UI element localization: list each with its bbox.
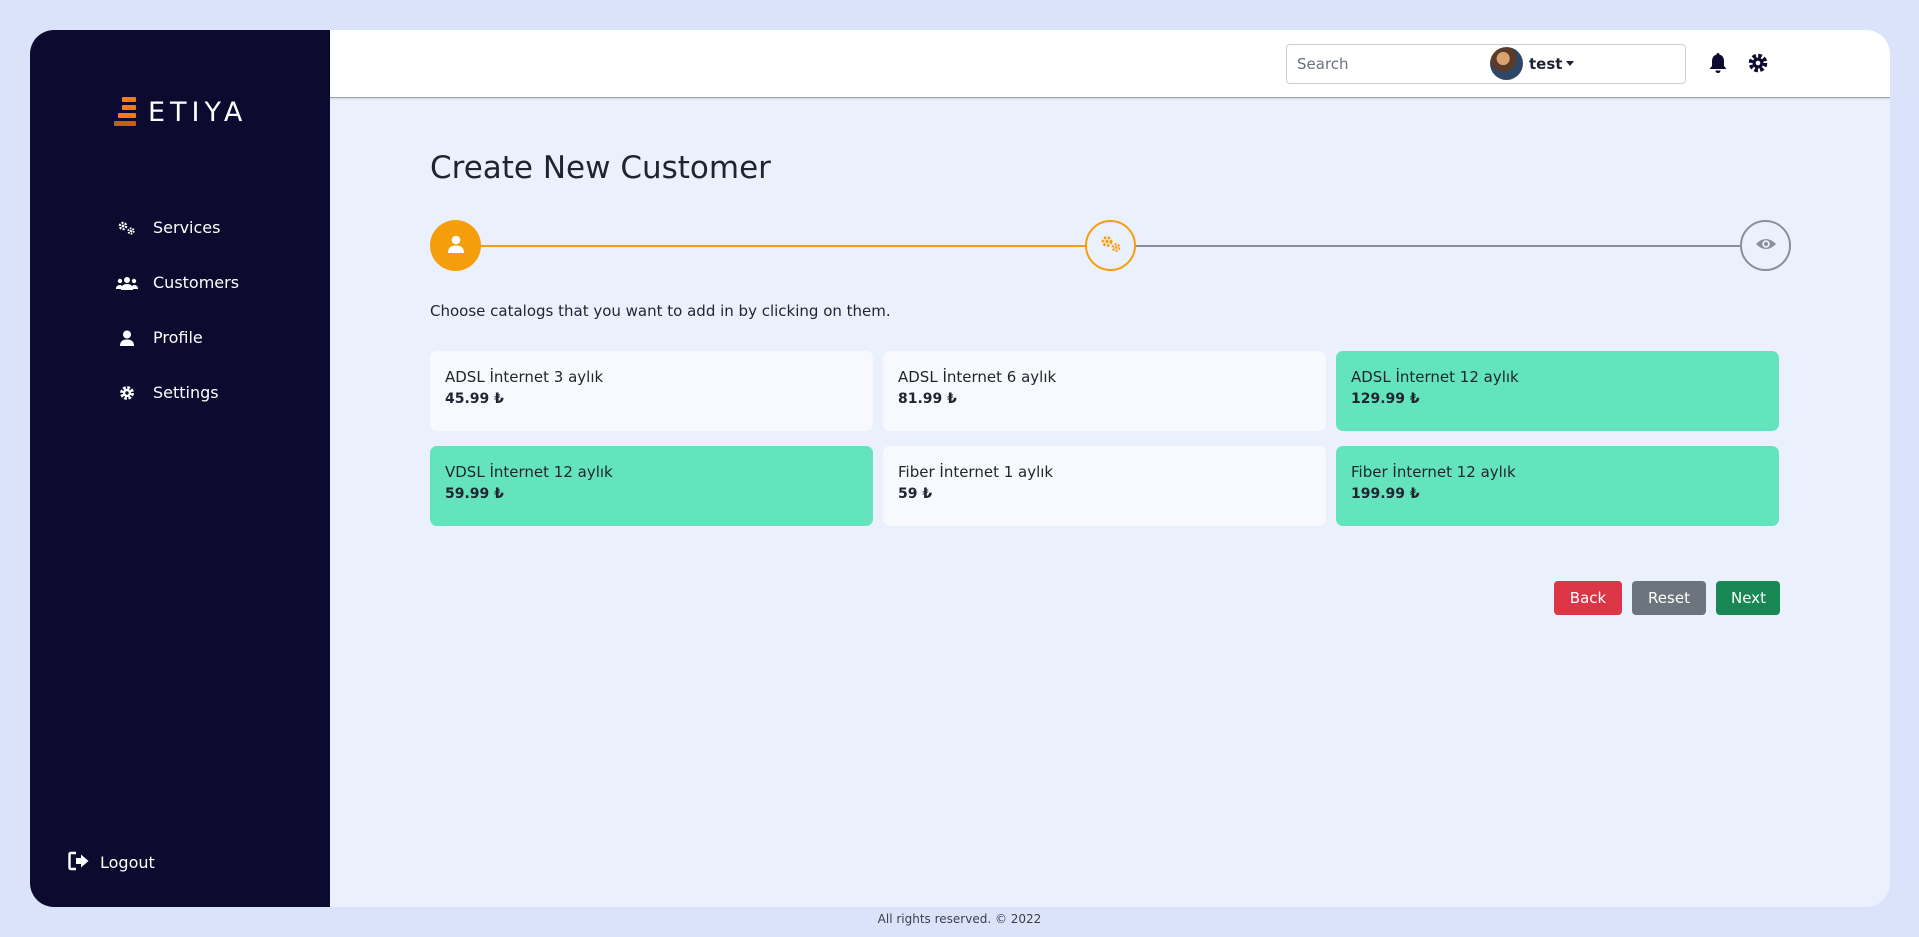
chevron-down-icon xyxy=(1566,61,1575,66)
catalog-name: ADSL İnternet 12 aylık xyxy=(1351,368,1519,386)
sidebar-item-label: Profile xyxy=(153,328,203,347)
catalog-name: Fiber İnternet 12 aylık xyxy=(1351,463,1516,481)
catalog-card[interactable]: Fiber İnternet 12 aylık 199.99 ₺ xyxy=(1336,446,1779,526)
stepper-line-completed xyxy=(481,245,1085,247)
logo-text: ETIYA xyxy=(148,96,248,128)
users-icon xyxy=(116,272,138,294)
logout-button[interactable]: Logout xyxy=(68,851,155,873)
gear-icon[interactable] xyxy=(1747,52,1769,74)
gear-icon xyxy=(116,382,138,404)
catalog-price: 59 ₺ xyxy=(898,486,933,502)
catalog-price: 129.99 ₺ xyxy=(1351,391,1420,407)
page-title: Create New Customer xyxy=(430,150,771,186)
step-review[interactable] xyxy=(1740,220,1791,271)
sidebar-nav: Services Customers Profile Settings xyxy=(116,200,239,420)
stepper xyxy=(430,220,1791,272)
cogs-icon xyxy=(1099,234,1123,258)
logo-mark xyxy=(114,95,140,129)
user-icon xyxy=(447,235,464,257)
logout-label: Logout xyxy=(100,852,155,872)
sidebar-item-label: Services xyxy=(153,218,221,237)
catalog-name: Fiber İnternet 1 aylık xyxy=(898,463,1054,481)
sidebar-item-label: Customers xyxy=(153,273,240,292)
form-actions: Back Reset Next xyxy=(1554,581,1780,615)
catalog-card[interactable]: ADSL İnternet 6 aylık 81.99 ₺ xyxy=(883,351,1326,431)
reset-button[interactable]: Reset xyxy=(1632,581,1706,615)
stepper-line-pending xyxy=(1136,245,1740,247)
step-personal-info[interactable] xyxy=(430,220,481,271)
back-button[interactable]: Back xyxy=(1554,581,1622,615)
user-menu[interactable]: test xyxy=(1490,47,1575,80)
sidebar-item-label: Settings xyxy=(153,383,219,402)
step-catalogs[interactable] xyxy=(1085,220,1136,271)
username: test xyxy=(1529,54,1563,73)
instruction-text: Choose catalogs that you want to add in … xyxy=(430,302,891,320)
page-content: Create New Customer Choose catalogs that… xyxy=(430,150,1791,615)
next-button[interactable]: Next xyxy=(1716,581,1780,615)
logo[interactable]: ETIYA xyxy=(114,95,247,129)
sidebar-item-customers[interactable]: Customers xyxy=(116,255,239,310)
catalog-name: ADSL İnternet 6 aylık xyxy=(898,368,1057,386)
footer-text: All rights reserved. © 2022 xyxy=(877,912,1042,926)
sidebar-item-settings[interactable]: Settings xyxy=(116,365,239,420)
sidebar-item-profile[interactable]: Profile xyxy=(116,310,239,365)
search-input[interactable] xyxy=(1286,44,1686,84)
catalog-price: 59.99 ₺ xyxy=(445,486,504,502)
catalog-price: 81.99 ₺ xyxy=(898,391,957,407)
catalog-card[interactable]: ADSL İnternet 12 aylık 129.99 ₺ xyxy=(1336,351,1779,431)
catalog-card[interactable]: Fiber İnternet 1 aylık 59 ₺ xyxy=(883,446,1326,526)
app-window: ETIYA Services Customers Profile Setting… xyxy=(30,30,1890,907)
avatar xyxy=(1490,47,1523,80)
catalog-price: 45.99 ₺ xyxy=(445,391,504,407)
catalog-grid: ADSL İnternet 3 aylık 45.99 ₺ ADSL İnter… xyxy=(430,351,1780,526)
sign-out-icon xyxy=(68,851,92,873)
topbar: test xyxy=(330,30,1890,98)
main-area: test Create New Customer xyxy=(330,30,1890,907)
catalog-name: ADSL İnternet 3 aylık xyxy=(445,368,604,386)
cogs-icon xyxy=(116,217,138,239)
bell-icon[interactable] xyxy=(1708,52,1730,74)
catalog-card[interactable]: ADSL İnternet 3 aylık 45.99 ₺ xyxy=(430,351,873,431)
user-icon xyxy=(116,327,138,349)
sidebar: ETIYA Services Customers Profile Setting… xyxy=(30,30,330,907)
sidebar-item-services[interactable]: Services xyxy=(116,200,239,255)
catalog-price: 199.99 ₺ xyxy=(1351,486,1420,502)
eye-icon xyxy=(1755,236,1777,256)
catalog-card[interactable]: VDSL İnternet 12 aylık 59.99 ₺ xyxy=(430,446,873,526)
catalog-name: VDSL İnternet 12 aylık xyxy=(445,463,613,481)
